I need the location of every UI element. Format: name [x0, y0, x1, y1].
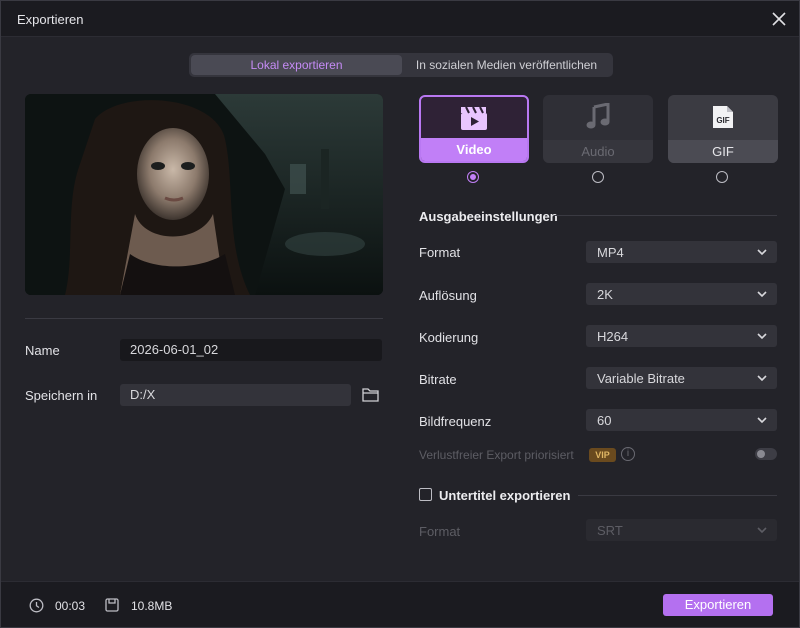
resolution-select[interactable]: 2K	[586, 283, 777, 305]
export-mode-tabs: Lokal exportieren In sozialen Medien ver…	[189, 53, 613, 77]
format-label: Format	[419, 245, 461, 260]
encoding-label: Kodierung	[419, 330, 479, 345]
music-note-icon	[585, 102, 611, 134]
subtitles-divider	[578, 495, 777, 496]
bitrate-label: Bitrate	[419, 372, 457, 387]
resolution-value: 2K	[597, 287, 613, 302]
output-settings-divider	[554, 215, 777, 216]
info-icon[interactable]: i	[621, 447, 635, 461]
bitrate-select[interactable]: Variable Bitrate	[586, 367, 777, 389]
chevron-down-icon	[757, 417, 767, 424]
framerate-label: Bildfrequenz	[419, 414, 492, 429]
type-video-label: Video	[421, 138, 527, 161]
chevron-down-icon	[757, 249, 767, 256]
type-audio-label: Audio	[543, 140, 653, 163]
tab-social-media[interactable]: In sozialen Medien veröffentlichen	[402, 55, 611, 75]
file-size-icon	[105, 598, 119, 615]
chevron-down-icon	[757, 527, 767, 534]
chevron-down-icon	[757, 375, 767, 382]
encoding-value: H264	[597, 329, 629, 344]
name-input[interactable]: 2026-06-01_02	[120, 339, 382, 361]
file-size-value: 10.8MB	[131, 599, 173, 613]
export-button[interactable]: Exportieren	[663, 594, 773, 616]
chevron-down-icon	[757, 333, 767, 340]
export-dialog: Exportieren Lokal exportieren In soziale…	[0, 0, 800, 628]
lossless-export-toggle[interactable]	[755, 448, 777, 460]
dialog-title: Exportieren	[17, 12, 84, 27]
name-label: Name	[25, 343, 60, 358]
format-value: MP4	[597, 245, 624, 260]
lossless-export-label: Verlustfreier Export priorisiert	[419, 448, 574, 462]
type-gif-label: GIF	[668, 140, 778, 163]
video-preview	[25, 94, 383, 295]
chevron-down-icon	[757, 291, 767, 298]
subtitle-format-label: Format	[419, 524, 461, 539]
radio-gif[interactable]	[716, 171, 728, 183]
resolution-label: Auflösung	[419, 288, 477, 303]
framerate-select[interactable]: 60	[586, 409, 777, 431]
subtitle-format-value: SRT	[597, 523, 623, 538]
radio-video[interactable]	[467, 171, 479, 183]
bitrate-value: Variable Bitrate	[597, 371, 685, 386]
radio-audio[interactable]	[592, 171, 604, 183]
vip-badge: VIP	[589, 448, 616, 462]
gif-file-icon: GIF	[711, 104, 735, 133]
left-divider	[25, 318, 383, 319]
title-bar: Exportieren	[1, 1, 799, 37]
encoding-select[interactable]: H264	[586, 325, 777, 347]
framerate-value: 60	[597, 413, 612, 428]
gif-icon-text: GIF	[716, 116, 730, 125]
subtitles-title: Untertitel exportieren	[439, 488, 571, 503]
type-video-card[interactable]: Video	[419, 95, 529, 163]
folder-icon[interactable]	[362, 387, 379, 405]
type-audio-card[interactable]: Audio	[543, 95, 653, 163]
subtitles-checkbox[interactable]	[419, 488, 432, 501]
subtitle-format-select: SRT	[586, 519, 777, 541]
save-location-label: Speichern in	[25, 388, 98, 403]
tab-local-export[interactable]: Lokal exportieren	[191, 55, 402, 75]
format-select[interactable]: MP4	[586, 241, 777, 263]
clapperboard-icon	[460, 105, 488, 134]
close-icon[interactable]	[769, 9, 789, 29]
clock-icon	[29, 598, 44, 616]
duration-value: 00:03	[55, 599, 86, 613]
output-settings-title: Ausgabeeinstellungen	[419, 209, 558, 224]
type-gif-card[interactable]: GIF GIF	[668, 95, 778, 163]
save-location-input[interactable]: D:/X	[120, 384, 351, 406]
